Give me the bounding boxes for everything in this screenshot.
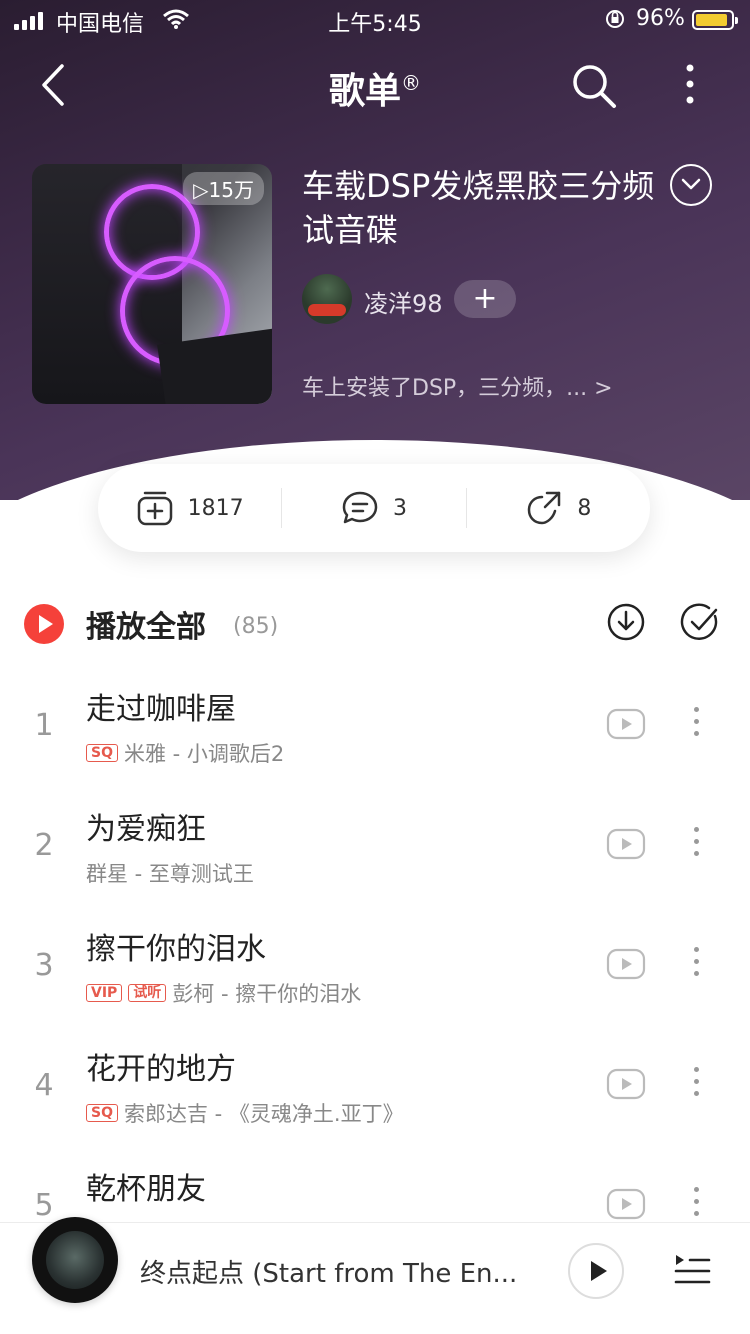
song-title: 花开的地方 bbox=[86, 1052, 236, 1087]
song-row[interactable]: 3 擦干你的泪水 VIP 试听 彭柯 - 擦干你的泪水 bbox=[0, 912, 750, 1032]
share-count: 8 bbox=[577, 495, 592, 521]
play-all-row[interactable]: 播放全部 (85) bbox=[0, 596, 750, 656]
video-play-icon[interactable] bbox=[606, 1068, 646, 1100]
song-title: 走过咖啡屋 bbox=[86, 692, 236, 727]
song-row[interactable]: 4 花开的地方 SQ 索郎达吉 - 《灵魂净土.亚丁》 bbox=[0, 1032, 750, 1152]
song-title: 为爱痴狂 bbox=[86, 812, 206, 847]
registered-mark: ® bbox=[401, 71, 421, 95]
song-more-icon[interactable] bbox=[688, 824, 704, 864]
song-artist-album: 群星 - 至尊测试王 bbox=[86, 862, 254, 886]
song-index: 4 bbox=[34, 1068, 54, 1103]
playlist-cover[interactable]: ▷15万 bbox=[32, 164, 272, 404]
video-play-icon[interactable] bbox=[606, 828, 646, 860]
battery-percent: 96% bbox=[636, 6, 685, 31]
search-icon[interactable] bbox=[568, 60, 620, 112]
preview-badge: 试听 bbox=[128, 984, 167, 1002]
nav-bar: 歌单® bbox=[0, 50, 750, 120]
song-index: 1 bbox=[34, 708, 54, 743]
playlist-title: 车载DSP发烧黑胶三分频试音碟 bbox=[302, 167, 655, 249]
song-artist-album: 彭柯 - 擦干你的泪水 bbox=[172, 982, 362, 1006]
battery-icon bbox=[692, 10, 738, 30]
song-artist-album: 米雅 - 小调歌后2 bbox=[123, 742, 285, 766]
mini-player[interactable]: 终点起点 (Start from The En... bbox=[0, 1217, 750, 1334]
now-playing-title[interactable]: 终点起点 (Start from The En... bbox=[140, 1253, 540, 1290]
song-subtitle-row: SQ 米雅 - 小调歌后2 bbox=[86, 738, 284, 768]
playlist-icon[interactable] bbox=[672, 1249, 712, 1289]
play-all-icon[interactable] bbox=[24, 604, 64, 644]
add-collection-icon bbox=[137, 491, 172, 526]
play-pause-button[interactable] bbox=[568, 1243, 624, 1299]
collect-button[interactable]: 1817 bbox=[98, 464, 281, 552]
song-subtitle-row: SQ 索郎达吉 - 《灵魂净土.亚丁》 bbox=[86, 1098, 404, 1128]
share-icon bbox=[528, 491, 561, 525]
creator-name[interactable]: 凌洋98 bbox=[364, 284, 443, 319]
playlist-description[interactable]: 车上安装了DSP，三分频，... > bbox=[302, 370, 613, 402]
song-row[interactable]: 2 为爱痴狂 群星 - 至尊测试王 bbox=[0, 792, 750, 912]
download-icon[interactable] bbox=[606, 602, 646, 642]
comment-icon bbox=[342, 491, 378, 524]
song-artist-album: 索郎达吉 - 《灵魂净土.亚丁》 bbox=[123, 1102, 404, 1126]
song-subtitle-row: 群星 - 至尊测试王 bbox=[86, 858, 254, 888]
collect-count: 1817 bbox=[187, 495, 244, 521]
song-title: 擦干你的泪水 bbox=[86, 932, 266, 967]
song-more-icon[interactable] bbox=[688, 1064, 704, 1104]
song-more-icon[interactable] bbox=[688, 1184, 704, 1224]
song-title: 乾杯朋友 bbox=[86, 1172, 206, 1207]
comment-count: 3 bbox=[392, 495, 407, 521]
page-title-text: 歌单 bbox=[328, 71, 401, 112]
play-count-badge: ▷15万 bbox=[183, 172, 264, 205]
page-title: 歌单® bbox=[0, 62, 750, 114]
status-bar: 中国电信 上午5:45 96% bbox=[0, 0, 750, 40]
rotation-lock-icon bbox=[606, 10, 624, 28]
follow-button[interactable]: + bbox=[454, 280, 516, 318]
share-button[interactable]: 8 bbox=[467, 464, 650, 552]
quality-badge: SQ bbox=[86, 1104, 118, 1122]
check-circle-icon[interactable] bbox=[680, 602, 720, 642]
song-index: 3 bbox=[34, 948, 54, 983]
song-row[interactable]: 1 走过咖啡屋 SQ 米雅 - 小调歌后2 bbox=[0, 672, 750, 792]
playlist-stats-bar: 1817 3 8 bbox=[98, 464, 650, 552]
video-play-icon[interactable] bbox=[606, 708, 646, 740]
video-play-icon[interactable] bbox=[606, 948, 646, 980]
song-count: (85) bbox=[233, 614, 279, 639]
song-index: 2 bbox=[34, 828, 54, 863]
expand-toggle-icon[interactable] bbox=[670, 164, 712, 206]
now-playing-cover[interactable] bbox=[32, 1217, 118, 1303]
song-more-icon[interactable] bbox=[688, 704, 704, 744]
vip-badge: VIP bbox=[86, 984, 123, 1002]
creator-avatar[interactable] bbox=[302, 274, 352, 324]
play-all-label[interactable]: 播放全部 bbox=[86, 602, 206, 646]
comment-button[interactable]: 3 bbox=[282, 464, 465, 552]
song-more-icon[interactable] bbox=[688, 944, 704, 984]
more-vertical-icon[interactable] bbox=[676, 60, 704, 112]
song-subtitle-row: VIP 试听 彭柯 - 擦干你的泪水 bbox=[86, 978, 361, 1008]
video-play-icon[interactable] bbox=[606, 1188, 646, 1220]
quality-badge: SQ bbox=[86, 744, 118, 762]
